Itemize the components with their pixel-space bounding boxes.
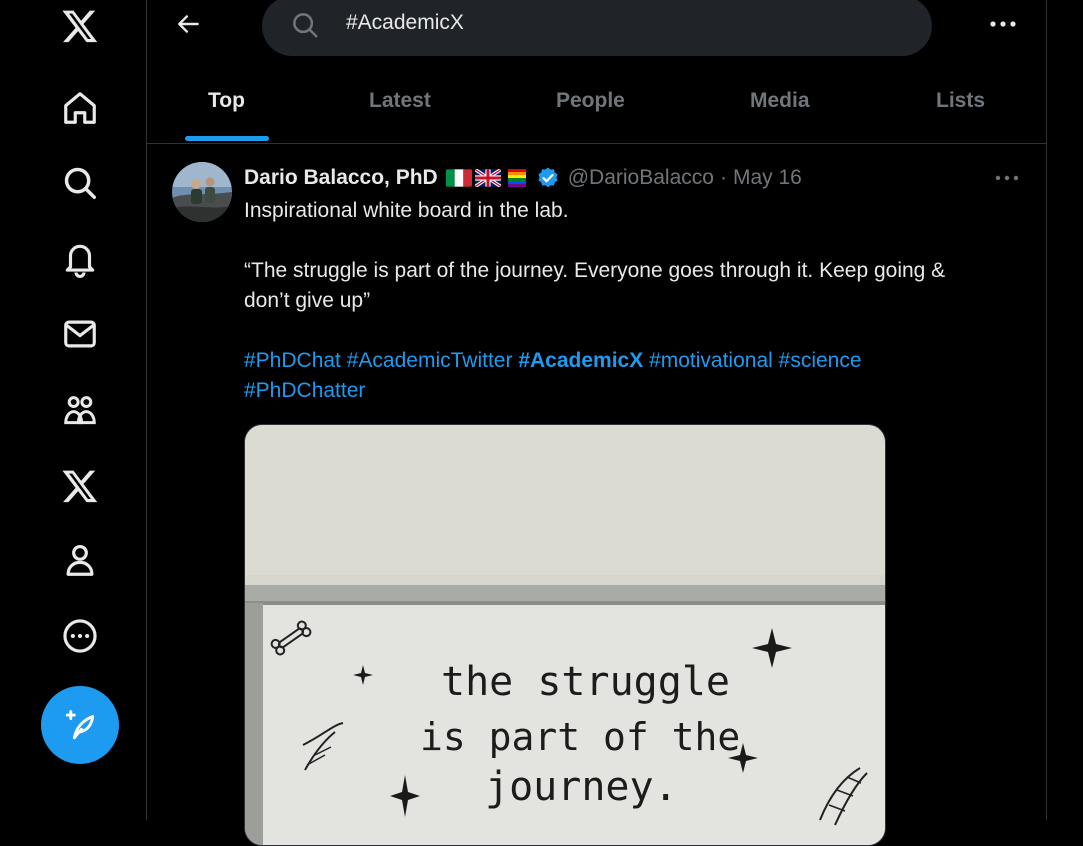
more-options-button[interactable] <box>985 8 1021 40</box>
hashtag-link[interactable]: #AcademicX <box>518 349 643 372</box>
hashtag-link[interactable]: #motivational <box>649 349 773 372</box>
communities-icon[interactable] <box>56 386 104 434</box>
more-dots-icon <box>990 21 1016 27</box>
left-navigation <box>0 0 146 820</box>
tweet-date[interactable]: May 16 <box>733 166 802 190</box>
hashtag-link[interactable]: #PhDChatter <box>244 379 365 402</box>
notifications-icon[interactable] <box>56 235 104 283</box>
explore-icon[interactable] <box>56 159 104 207</box>
search-value: #AcademicX <box>346 11 464 34</box>
separator-dot: · <box>719 166 727 189</box>
tab-top[interactable]: Top <box>208 89 245 113</box>
board-text-line: the struggle <box>441 659 730 705</box>
tweet-quote-line: don’t give up” <box>244 289 371 312</box>
hashtag-link[interactable]: #science <box>779 349 862 372</box>
search-tabs: Top Latest People Media Lists <box>147 64 1046 144</box>
tab-people[interactable]: People <box>556 89 625 113</box>
more-icon[interactable] <box>56 612 104 660</box>
compose-post-button[interactable] <box>41 686 119 764</box>
back-arrow-button[interactable] <box>171 6 207 42</box>
x-logo-icon[interactable] <box>56 2 104 50</box>
flag-emojis <box>445 169 530 187</box>
hashtag-link[interactable]: #AcademicTwitter <box>347 349 513 372</box>
messages-icon[interactable] <box>56 310 104 358</box>
tweet-media-image[interactable]: the struggle is part of the journey. <box>244 424 886 846</box>
hashtag-link[interactable]: #PhDChat <box>244 349 341 372</box>
avatar[interactable] <box>172 162 232 222</box>
rainbow-flag-icon <box>504 169 530 187</box>
back-arrow-icon <box>178 15 199 33</box>
home-icon[interactable] <box>56 84 104 132</box>
hashtag-line: #PhDChat #AcademicTwitter #AcademicX #mo… <box>244 346 1034 376</box>
tweet-header: Dario Balacco, PhD @DarioBalacco · May 1… <box>244 163 802 193</box>
tweet-text-line: Inspirational white board in the lab. <box>244 199 569 222</box>
hashtag-line: #PhDChatter <box>244 376 1034 406</box>
tab-latest[interactable]: Latest <box>369 89 431 113</box>
uk-flag-icon <box>474 169 501 187</box>
tweet-text: Inspirational white board in the lab. “T… <box>244 196 1034 406</box>
verified-badge-icon[interactable] <box>536 166 560 190</box>
italy-flag-icon <box>445 169 472 187</box>
author-handle[interactable]: @DarioBalacco <box>568 166 714 190</box>
compose-post-icon <box>65 710 95 740</box>
premium-x-icon[interactable] <box>56 462 104 510</box>
search-input[interactable]: #AcademicX <box>262 0 932 56</box>
active-tab-indicator <box>185 136 269 141</box>
search-icon <box>293 13 318 38</box>
author-name[interactable]: Dario Balacco, PhD <box>244 166 438 190</box>
tab-media[interactable]: Media <box>750 89 810 113</box>
tweet[interactable]: Dario Balacco, PhD @DarioBalacco · May 1… <box>147 144 1046 846</box>
tweet-more-button[interactable] <box>992 166 1022 190</box>
tab-lists[interactable]: Lists <box>936 89 985 113</box>
board-text-line: journey. <box>485 764 678 810</box>
profile-icon[interactable] <box>56 536 104 584</box>
board-text-line: is part of the <box>420 715 740 759</box>
main-column: #AcademicX Top Latest People Media Lists <box>146 0 1047 846</box>
tweet-quote-line: “The struggle is part of the journey. Ev… <box>244 259 946 282</box>
more-dots-icon <box>995 175 1019 181</box>
